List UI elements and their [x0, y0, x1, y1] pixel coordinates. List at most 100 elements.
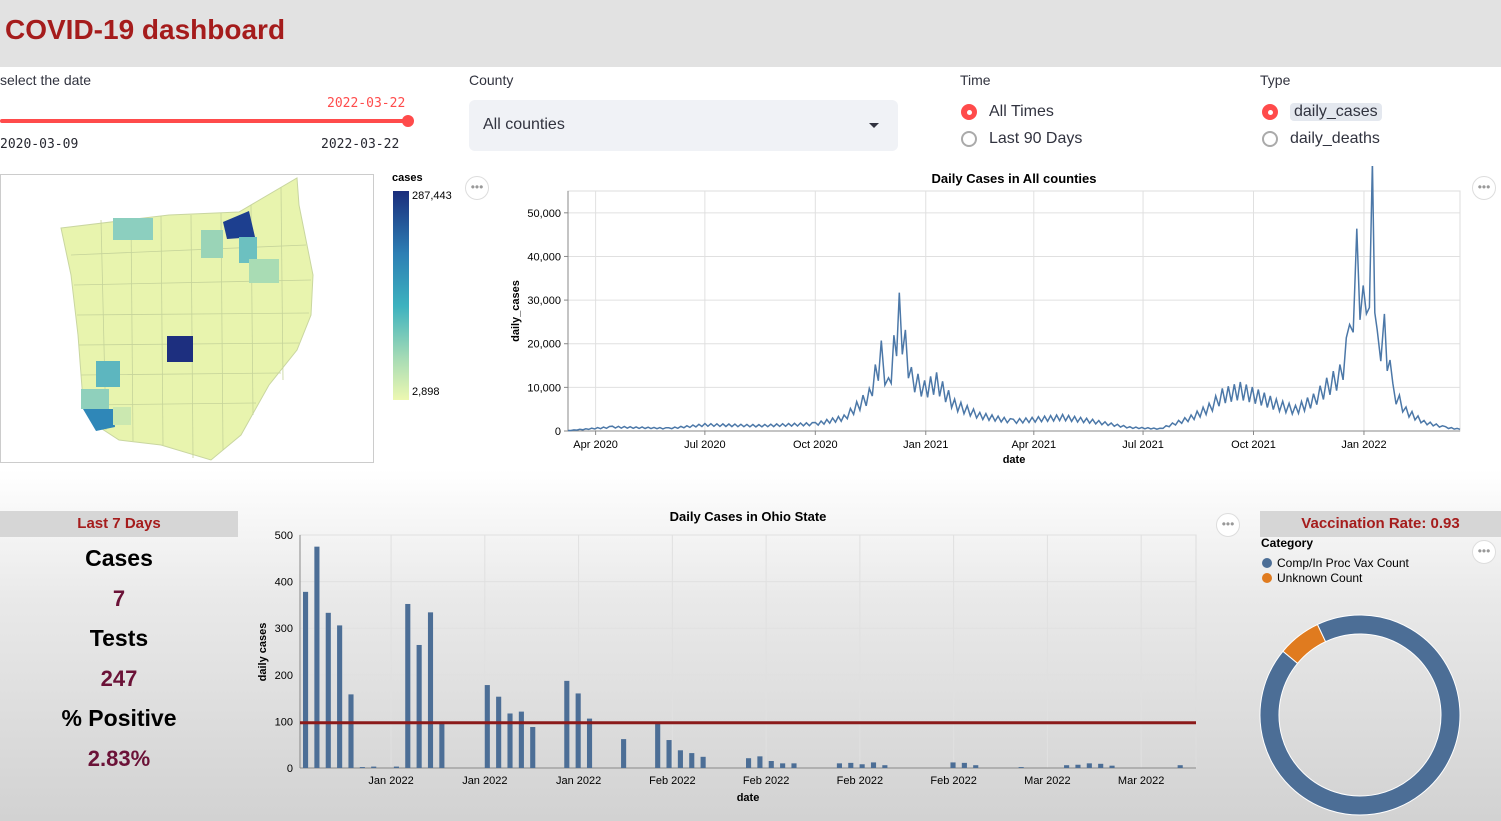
x-tick-label: Jul 2020 [684, 439, 726, 451]
x-tick-label: Apr 2021 [1011, 439, 1056, 451]
y-tick-label: 0 [555, 426, 561, 438]
bar [677, 750, 683, 768]
date-slider-max: 2022-03-22 [321, 137, 400, 152]
bar [1018, 767, 1024, 768]
county-label: County [469, 72, 514, 88]
daily-cases-series-line [568, 166, 1461, 432]
bar [655, 722, 661, 768]
cases-value: 7 [112, 586, 126, 611]
radio-label-last-90-days: Last 90 Days [989, 130, 1083, 147]
main-chart-x-axis: Apr 2020 Jul 2020 Oct 2020 Jan 2021 Apr 2021… [568, 430, 1460, 451]
main-chart-grid [567, 190, 1461, 432]
bar-chart-bars [303, 546, 1183, 768]
map-legend-title: cases [392, 172, 423, 184]
bar [496, 696, 502, 768]
chart-menu-button[interactable]: ••• [1216, 513, 1240, 537]
cases-label: Cases [85, 545, 153, 571]
radio-daily-deaths[interactable]: daily_deaths [1262, 127, 1382, 151]
chart-menu-button[interactable]: ••• [1472, 540, 1496, 564]
radio-selected-icon [1262, 104, 1278, 120]
x-tick-label: Feb 2022 [930, 775, 976, 787]
bar [1086, 763, 1092, 768]
app-title: COVID-19 dashboard [5, 14, 286, 45]
x-tick-label: Jan 2022 [462, 775, 507, 787]
x-tick-label: Feb 2022 [743, 775, 789, 787]
bar [791, 763, 797, 768]
x-tick-label: Oct 2020 [793, 439, 838, 451]
bar [314, 546, 320, 768]
legend-swatch [1262, 557, 1272, 568]
y-tick-label: 0 [287, 763, 293, 775]
radio-all-times[interactable]: All Times [961, 100, 1082, 124]
bar [337, 625, 343, 768]
x-tick-label: Feb 2022 [837, 775, 883, 787]
date-slider-min: 2020-03-09 [0, 137, 79, 152]
date-slider-thumb[interactable] [402, 115, 414, 127]
stats-header: Last 7 Days [0, 511, 238, 537]
y-tick-label: 200 [275, 670, 293, 682]
county-cell [113, 218, 153, 240]
bar [393, 766, 399, 768]
bar [359, 767, 365, 768]
radio-unselected-icon [1262, 131, 1278, 147]
county-cell [96, 361, 120, 387]
bar [518, 711, 524, 768]
bar [768, 761, 774, 768]
legend-swatch [1262, 572, 1272, 583]
tests-value: 247 [100, 666, 138, 691]
bar [564, 680, 570, 768]
bar-chart-y-axis: 0 100 200 300 400 500 [275, 530, 301, 775]
x-tick-label: Jul 2021 [1122, 439, 1164, 451]
bar-chart-x-axis: Jan 2022 Jan 2022 Jan 2022 Feb 2022 Feb 2022… [300, 767, 1196, 787]
x-tick-label: Oct 2021 [1231, 439, 1276, 451]
type-label: Type [1260, 72, 1291, 88]
main-chart-title: Daily Cases in All counties [932, 171, 1097, 186]
bar [1098, 763, 1104, 768]
county-cell [167, 336, 193, 362]
bar [621, 739, 627, 768]
map-legend-gradient [393, 191, 409, 400]
legend-item: Unknown Count [1262, 570, 1409, 585]
bar [303, 591, 309, 768]
bar [405, 603, 411, 768]
map-legend-max: 287,443 [412, 190, 452, 202]
radio-unselected-icon [961, 131, 977, 147]
bar [348, 694, 354, 768]
plot-frame [299, 534, 1197, 769]
time-radio-group: All Times Last 90 Days [961, 100, 1082, 151]
chart-menu-button[interactable]: ••• [465, 176, 489, 200]
bar [746, 758, 752, 768]
county-cell [113, 407, 131, 425]
bar [973, 765, 979, 768]
main-chart-x-label: date [1003, 454, 1026, 466]
y-tick-label: 50,000 [527, 208, 561, 220]
daily-cases-line-chart: Daily Cases in All counties 0 10,000 20,00… [510, 166, 1461, 466]
county-select[interactable]: All counties [469, 100, 898, 151]
date-slider-track[interactable] [0, 119, 408, 123]
bar [780, 763, 786, 768]
x-tick-label: Mar 2022 [1118, 775, 1164, 787]
x-tick-label: Jan 2021 [903, 439, 948, 451]
vaccination-legend: Comp/In Proc Vax Count Unknown Count [1262, 555, 1409, 585]
date-slider-label: select the date [0, 72, 92, 88]
bar [666, 740, 672, 768]
y-tick-label: 300 [275, 623, 293, 635]
bar [882, 765, 888, 768]
y-tick-label: 500 [275, 530, 293, 542]
county-map[interactable] [0, 174, 374, 463]
bar-chart-grid [299, 534, 1197, 769]
date-slider-current: 2022-03-22 [327, 96, 406, 111]
bar [1177, 765, 1183, 768]
bar [1075, 764, 1081, 768]
radio-last-90-days[interactable]: Last 90 Days [961, 127, 1082, 151]
y-tick-label: 20,000 [527, 339, 561, 351]
bar [1064, 765, 1070, 768]
ohio-map-svg [60, 177, 314, 461]
bar [950, 762, 956, 768]
bar [757, 756, 763, 768]
radio-daily-cases[interactable]: daily_cases [1262, 100, 1382, 124]
main-chart-y-axis: 0 10,000 20,000 30,000 40,000 50,000 [527, 191, 569, 438]
chart-menu-button[interactable]: ••• [1472, 176, 1496, 200]
bar [439, 723, 445, 768]
bar-chart-title: Daily Cases in Ohio State [670, 509, 827, 524]
